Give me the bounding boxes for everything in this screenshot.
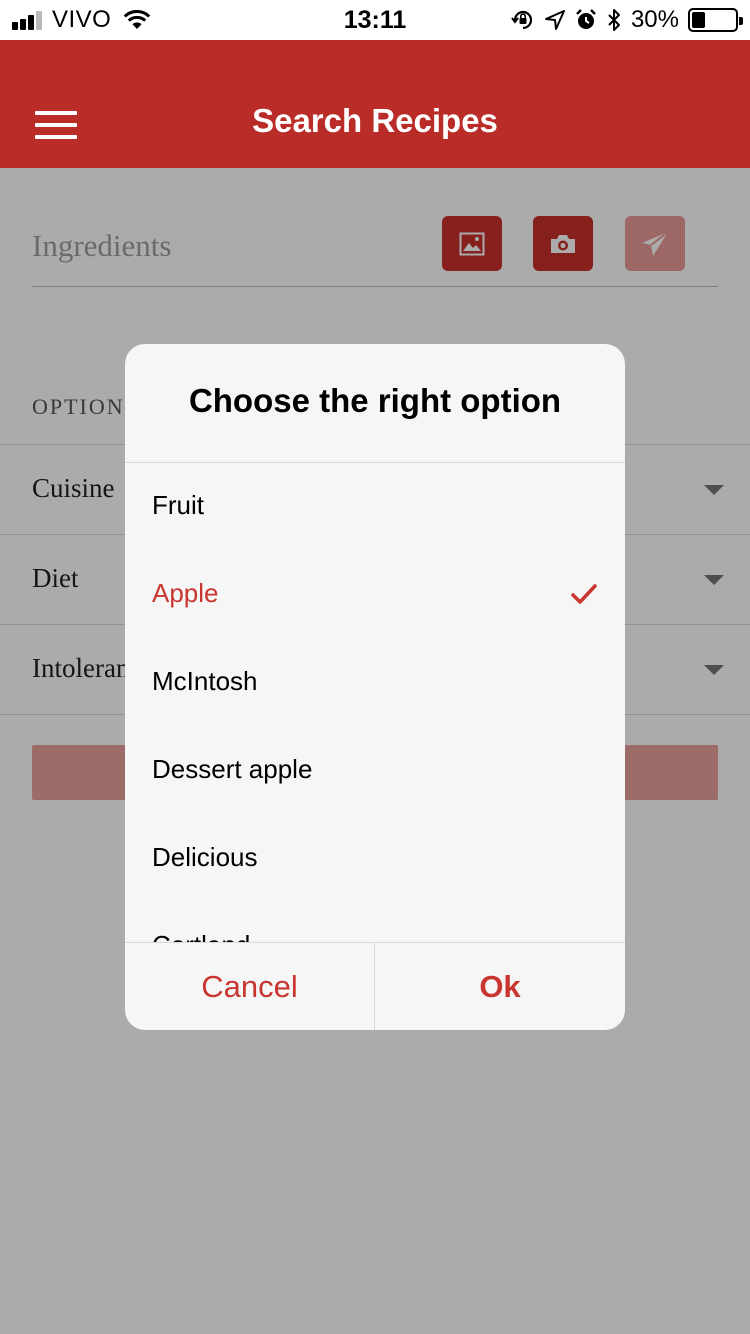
dialog-title: Choose the right option	[188, 382, 562, 419]
list-item-label: Apple	[152, 578, 219, 608]
list-item-label: Cortland	[152, 930, 250, 942]
list-item[interactable]: McIntosh	[125, 639, 625, 727]
list-item-label: Dessert apple	[152, 754, 313, 784]
checkmark-icon	[571, 584, 597, 604]
ok-button[interactable]: Ok	[375, 943, 625, 1030]
list-item[interactable]: Dessert apple	[125, 727, 625, 815]
choose-option-dialog: Choose the right option Fruit Apple McIn…	[125, 344, 625, 1030]
list-item[interactable]: Cortland	[125, 903, 625, 942]
list-item-selected[interactable]: Apple	[125, 551, 625, 639]
list-item-label: Fruit	[152, 490, 204, 520]
location-icon	[544, 10, 565, 30]
cancel-button[interactable]: Cancel	[125, 943, 375, 1030]
bluetooth-icon	[608, 9, 620, 31]
list-item[interactable]: Delicious	[125, 815, 625, 903]
status-bar: VIVO 13:11 30%	[0, 0, 750, 40]
option-list[interactable]: Fruit Apple McIntosh Dessert apple Delic…	[125, 463, 625, 942]
dialog-buttons: Cancel Ok	[125, 942, 625, 1030]
nav-bar: Search Recipes	[0, 40, 750, 168]
battery-percent: 30%	[630, 6, 679, 33]
battery-icon	[688, 8, 743, 32]
page-title: Search Recipes	[252, 102, 498, 139]
list-item[interactable]: Fruit	[125, 463, 625, 551]
list-item-label: Delicious	[152, 842, 258, 872]
alarm-icon	[576, 9, 596, 29]
orientation-lock-icon	[511, 10, 533, 30]
list-item-label: McIntosh	[152, 666, 258, 696]
